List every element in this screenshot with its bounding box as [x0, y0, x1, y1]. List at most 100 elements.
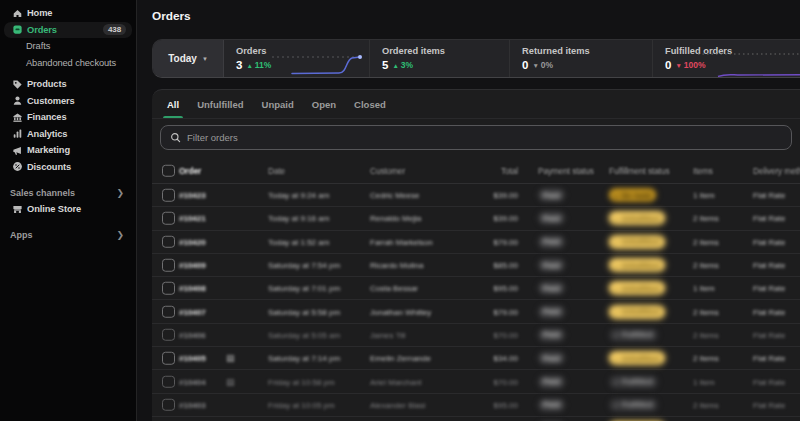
- order-total: $79.00: [478, 237, 518, 246]
- order-number[interactable]: #10423: [179, 191, 206, 200]
- delivery-method: Flat Rate: [753, 307, 785, 316]
- row-checkbox[interactable]: [162, 305, 175, 318]
- analytics-icon: [12, 128, 23, 139]
- order-number[interactable]: #10406: [179, 330, 206, 339]
- marketing-icon: [12, 145, 23, 156]
- sidebar-item-online-store[interactable]: Online Store: [4, 201, 132, 218]
- tab-all[interactable]: All: [158, 90, 188, 118]
- metrics-strip: Orders 3 ▲11% Ordered items 5 ▲3%Returne…: [224, 40, 800, 77]
- column-header-total[interactable]: Total: [478, 166, 518, 176]
- sidebar-item-products[interactable]: Products: [4, 76, 132, 93]
- fulfillment-status-badge: ●On hold: [609, 189, 656, 202]
- row-checkbox[interactable]: [162, 399, 175, 412]
- tabs-bar: All Unfulfilled UnpaidOpenClosed: [152, 90, 800, 119]
- order-number[interactable]: #10421: [179, 214, 206, 223]
- delivery-method: Flat Rate: [753, 261, 785, 270]
- table-row[interactable]: #10403Friday at 10:05 pm Alexander Blasi…: [152, 394, 800, 417]
- row-checkbox[interactable]: [162, 282, 175, 295]
- sidebar-item-orders[interactable]: Orders438: [4, 22, 132, 39]
- sidebar-item-customers[interactable]: Customers: [4, 93, 132, 110]
- sidebar-item-discounts[interactable]: Discounts: [4, 159, 132, 176]
- column-header-customer[interactable]: Customer: [370, 166, 405, 176]
- note-icon: ▤: [226, 377, 235, 387]
- order-number[interactable]: #10403: [179, 400, 206, 409]
- order-items-count: 2 items: [693, 330, 719, 339]
- payment-status-badge: Paid: [538, 212, 565, 225]
- tab-unfulfilled[interactable]: Unfulfilled: [188, 90, 252, 118]
- payment-status-badge: Paid: [538, 352, 565, 365]
- table-row[interactable]: #10405▤Saturday at 7:14 pm Emelin Zernan…: [152, 347, 800, 370]
- sidebar-subitem-label: Abandoned checkouts: [26, 58, 116, 68]
- table-row[interactable]: #10408 Saturday at 7:01 pm Costa Bessar $…: [152, 277, 800, 300]
- column-header-order[interactable]: Order: [179, 166, 201, 176]
- table-row[interactable]: #10420Today at 1:52 am Farrah Markelson …: [152, 231, 800, 254]
- filter-row: Filter orders: [152, 119, 800, 158]
- table-row[interactable]: #10406Saturday at 5:05 am James Till $70…: [152, 324, 800, 347]
- sidebar-section-apps[interactable]: Apps❯: [0, 227, 136, 243]
- table-row[interactable]: #10421Today at 9:16 am Renaldo Mejia $39…: [152, 207, 800, 230]
- row-checkbox[interactable]: [162, 259, 175, 272]
- payment-status-badge: Paid: [538, 189, 565, 202]
- order-customer: Costa Bessar: [370, 284, 418, 293]
- fulfillment-status-badge: ✓Fulfilled: [609, 375, 658, 388]
- select-all-checkbox[interactable]: [162, 164, 175, 177]
- sidebar-section-sales-channels[interactable]: Sales channels❯: [0, 185, 136, 201]
- sidebar-item-marketing[interactable]: Marketing: [4, 142, 132, 159]
- tab-closed[interactable]: Closed: [345, 90, 395, 118]
- column-header-payment-status[interactable]: Payment status: [538, 166, 594, 176]
- metric-value: 3: [236, 59, 242, 71]
- table-row[interactable]: #10423Today at 9:24 am Cedric Meese $39.…: [152, 184, 800, 207]
- table-row[interactable]: #10409Saturday at 7:54 pm Ricardo Molina…: [152, 254, 800, 277]
- sidebar-item-home[interactable]: Home: [4, 5, 132, 22]
- order-total: $95.00: [478, 400, 518, 409]
- order-items-count: 2 items: [693, 354, 719, 363]
- row-checkbox[interactable]: [162, 189, 175, 202]
- order-number[interactable]: #10404: [179, 377, 206, 386]
- fulfillment-status-badge: ✓Fulfilled: [609, 328, 658, 341]
- order-date: Saturday at 5:05 am: [268, 330, 340, 339]
- metric-label: Ordered items: [382, 46, 509, 56]
- row-checkbox[interactable]: [162, 329, 175, 342]
- order-date: Saturday at 7:01 pm: [268, 284, 340, 293]
- metric-returned-items: Returned items 0 ▼0%: [509, 40, 652, 77]
- order-number[interactable]: #10408: [179, 284, 206, 293]
- table-row[interactable]: #10402Friday at 9:58 pm Desmond Reyes $8…: [152, 417, 800, 421]
- order-total: $95.00: [478, 284, 518, 293]
- column-header-delivery-method[interactable]: Delivery method: [753, 166, 800, 176]
- row-checkbox[interactable]: [162, 352, 175, 365]
- table-row[interactable]: #10404▤Friday at 10:58 pm Ariel Marchant…: [152, 370, 800, 393]
- sidebar-subitem-drafts[interactable]: Drafts: [4, 38, 132, 55]
- sidebar-item-finances[interactable]: Finances: [4, 109, 132, 126]
- table-row[interactable]: #10407Saturday at 5:58 pm Jonathan Whitl…: [152, 300, 800, 323]
- sidebar-subitem-abandoned-checkouts[interactable]: Abandoned checkouts: [4, 55, 132, 72]
- order-items-count: 2 items: [693, 307, 719, 316]
- delivery-method: Flat Rate: [753, 284, 785, 293]
- column-header-date[interactable]: Date: [268, 166, 285, 176]
- order-number[interactable]: #10405: [179, 354, 206, 363]
- tab-open[interactable]: Open: [303, 90, 345, 118]
- note-icon: ▤: [226, 353, 235, 363]
- order-customer: James Till: [370, 330, 406, 339]
- delta-arrow-icon: ▼: [675, 62, 681, 69]
- order-items-count: 1 item: [693, 284, 715, 293]
- filter-orders-input[interactable]: Filter orders: [160, 125, 792, 150]
- order-number[interactable]: #10407: [179, 307, 206, 316]
- sidebar-item-analytics[interactable]: Analytics: [4, 126, 132, 143]
- metric-ordered-items: Ordered items 5 ▲3%: [369, 40, 509, 77]
- column-header-fulfillment-status[interactable]: Fulfillment status: [609, 166, 669, 176]
- order-total: $79.00: [478, 307, 518, 316]
- order-number[interactable]: #10409: [179, 261, 206, 270]
- row-checkbox[interactable]: [162, 212, 175, 225]
- tab-unpaid[interactable]: Unpaid: [253, 90, 303, 118]
- column-header-items[interactable]: Items: [693, 166, 713, 176]
- order-customer: Cedric Meese: [370, 191, 419, 200]
- order-number[interactable]: #10420: [179, 237, 206, 246]
- order-date: Friday at 10:05 pm: [268, 400, 335, 409]
- fulfillment-status-badge: ✓Fulfilled: [609, 398, 658, 411]
- row-checkbox[interactable]: [162, 235, 175, 248]
- tab-label: Unfulfilled: [197, 99, 243, 110]
- fulfillment-status-badge: ●Unfulfilled: [609, 235, 665, 248]
- row-checkbox[interactable]: [162, 375, 175, 388]
- date-range-selector[interactable]: Today ▼: [153, 40, 224, 77]
- orders-icon: [12, 24, 23, 35]
